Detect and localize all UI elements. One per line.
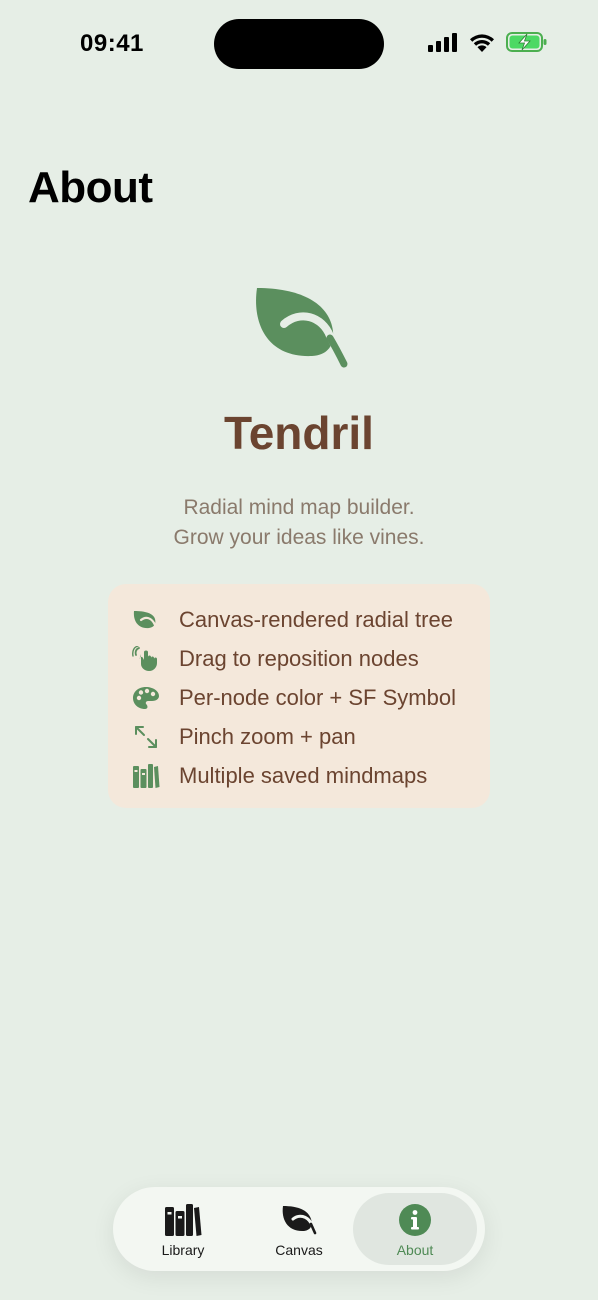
battery-charging-icon [506, 32, 547, 52]
palette-icon [130, 684, 162, 712]
feature-label: Multiple saved mindmaps [179, 762, 428, 788]
leaf-icon [280, 1202, 318, 1238]
status-icons [428, 31, 548, 53]
status-bar: 09:41 [0, 0, 598, 90]
tagline-line-1: Radial mind map builder. [183, 496, 415, 519]
app-name: Tendril [224, 407, 374, 459]
tab-canvas[interactable]: Canvas [237, 1193, 361, 1265]
wifi-icon [470, 34, 494, 52]
status-time: 09:41 [80, 30, 144, 57]
tagline-line-2: Grow your ideas like vines. [173, 526, 425, 549]
feature-item: Drag to reposition nodes [130, 639, 490, 678]
arrows-expand-icon [130, 723, 162, 751]
feature-list-card: Canvas-rendered radial tree Drag to repo… [108, 584, 490, 808]
tab-about[interactable]: About [353, 1193, 477, 1265]
feature-item: Canvas-rendered radial tree [130, 600, 490, 639]
tab-label: Library [161, 1242, 205, 1258]
feature-label: Drag to reposition nodes [179, 645, 419, 671]
feature-label: Per-node color + SF Symbol [179, 684, 456, 710]
dynamic-island [214, 19, 384, 69]
hand-drag-icon [130, 645, 162, 673]
feature-item: Multiple saved mindmaps [130, 756, 490, 795]
info-icon [398, 1202, 432, 1238]
app-tagline: Radial mind map builder. Grow your ideas… [0, 493, 598, 553]
cellular-signal-icon [428, 33, 457, 52]
tab-library[interactable]: Library [121, 1193, 245, 1265]
feature-label: Pinch zoom + pan [179, 723, 356, 749]
leaf-icon [256, 288, 348, 368]
feature-label: Canvas-rendered radial tree [179, 606, 453, 632]
tab-label: About [396, 1242, 434, 1258]
tab-label: Canvas [275, 1242, 323, 1258]
page-title: About [28, 163, 153, 212]
leaf-icon [130, 606, 162, 634]
feature-item: Pinch zoom + pan [130, 717, 490, 756]
books-icon [163, 1202, 203, 1238]
tab-bar: Library Canvas About [113, 1187, 485, 1271]
feature-item: Per-node color + SF Symbol [130, 678, 490, 717]
books-icon [130, 762, 162, 790]
